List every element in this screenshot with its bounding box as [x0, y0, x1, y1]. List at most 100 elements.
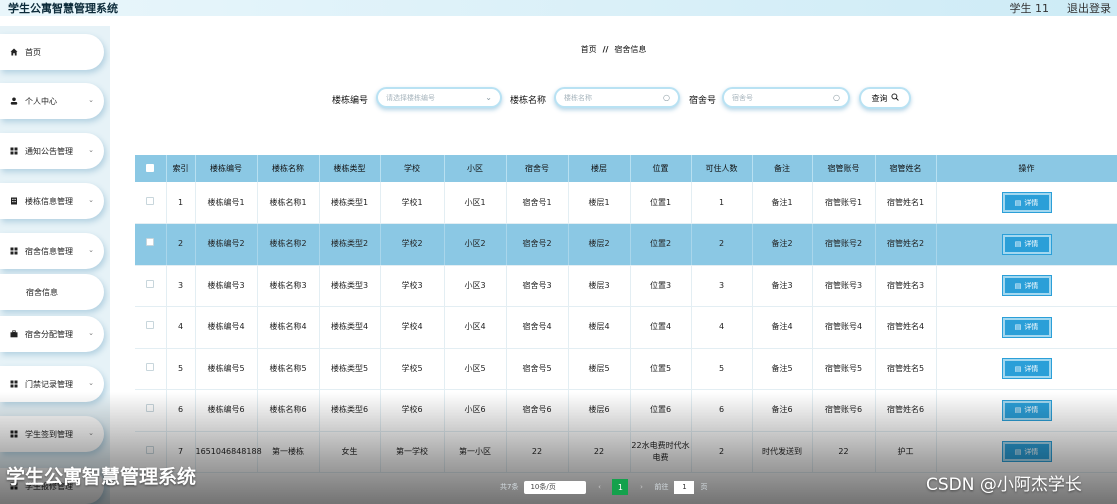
table-cell: 宿管账号2 [812, 223, 876, 266]
row-checkbox[interactable] [146, 404, 155, 413]
table-header: 索引 楼栋编号 楼栋名称 楼栋类型 学校 小区 宿舍号 楼层 位置 可住人数 备… [135, 155, 1117, 182]
table-cell: 楼层1 [568, 182, 631, 224]
detail-button[interactable]: ▤ 详情 [1002, 193, 1051, 212]
table-cell: 22 [568, 431, 631, 473]
table-cell: 宿管姓名1 [875, 182, 937, 224]
row-checkbox[interactable] [146, 196, 155, 205]
table-cell: 楼栋类型5 [319, 348, 381, 390]
row-checkbox[interactable] [146, 362, 155, 371]
row-checkbox[interactable] [146, 445, 155, 454]
select-all-cell [135, 155, 167, 182]
building-no-select[interactable]: 请选择楼栋编号 ⌄ [376, 87, 502, 108]
watermark-author: CSDN @小阿杰学长 [926, 475, 1082, 495]
action-cell: ▤ 详情 [936, 348, 1117, 390]
row-checkbox[interactable] [146, 279, 155, 288]
chevron-down-icon: ⌄ [88, 146, 94, 154]
table-row[interactable]: 3 楼栋编号3 楼栋名称3 楼栋类型3 学校3 小区3 宿舍号3 楼层3 位置3 3 备注3 宿管账号… [135, 265, 1117, 307]
chevron-down-icon: ⌄ [88, 196, 94, 204]
sidebar-item-home[interactable]: 首页 [0, 34, 104, 70]
column-header: 楼栋类型 [319, 155, 381, 182]
table-row[interactable]: 5 楼栋编号5 楼栋名称5 楼栋类型5 学校5 小区5 宿舍号5 楼层5 位置5 5 备注5 宿管账号… [135, 348, 1117, 390]
table-cell: 备注5 [752, 348, 813, 390]
table-cell: 位置3 [630, 265, 692, 307]
room-no-input[interactable]: 宿舍号 ○ [722, 87, 850, 108]
breadcrumb-home[interactable]: 首页 [581, 45, 597, 54]
page-size-select[interactable]: 10条/页 [524, 480, 587, 494]
table-cell: 备注6 [752, 389, 813, 432]
column-header: 操作 [936, 155, 1117, 182]
sidebar-subitem-dorm-info[interactable]: 宿舍信息 [0, 274, 104, 310]
page-unit: 页 [700, 483, 708, 491]
column-header: 楼栋编号 [195, 155, 258, 182]
sidebar-item-profile[interactable]: 个人中心 ⌄ [0, 83, 104, 119]
detail-button-label: 详情 [1024, 323, 1039, 332]
sidebar-item-allocation[interactable]: 宿舍分配管理 ⌄ [0, 316, 104, 352]
detail-button[interactable]: ▤ 详情 [1002, 442, 1051, 462]
document-icon: ▤ [1014, 447, 1022, 456]
search-icon: ○ [833, 93, 840, 102]
table-cell: 学校5 [380, 348, 445, 390]
chevron-down-icon: ⌄ [485, 93, 492, 102]
table-cell: 楼栋类型1 [319, 182, 381, 224]
row-checkbox[interactable] [146, 321, 155, 330]
table-row[interactable]: 6 楼栋编号6 楼栋名称6 楼栋类型6 学校6 小区6 宿舍号6 楼层6 位置6 6 备注6 宿管账号… [135, 389, 1117, 432]
current-page[interactable]: 1 [612, 479, 629, 495]
next-page-icon[interactable]: › [634, 481, 648, 494]
table-row[interactable]: 1 楼栋编号1 楼栋名称1 楼栋类型1 学校1 小区1 宿舍号1 楼层1 位置1 1 备注1 宿管账号… [135, 182, 1117, 224]
table-cell: 楼层5 [568, 348, 631, 390]
row-checkbox[interactable] [146, 238, 155, 247]
table-row[interactable]: 4 楼栋编号4 楼栋名称4 楼栋类型4 学校4 小区4 宿舍号4 楼层4 位置4 4 备注4 宿管账号… [135, 306, 1117, 349]
goto-page-input[interactable]: 1 [674, 480, 695, 494]
table-cell: 楼栋编号2 [195, 223, 258, 266]
table-cell: 楼栋名称3 [257, 265, 320, 307]
sidebar-item-access[interactable]: 门禁记录管理 ⌄ [0, 366, 104, 402]
app-title: 学生公寓智慧管理系统 [8, 2, 118, 15]
total-count: 共7条 [500, 483, 519, 491]
chevron-down-icon: ⌄ [88, 329, 94, 337]
table-cell: 楼栋名称6 [257, 389, 320, 432]
document-icon: ▤ [1014, 198, 1022, 207]
top-bar: 学生公寓智慧管理系统 学生 11 退出登录 [0, 0, 1117, 16]
search-icon: ○ [663, 93, 670, 102]
chevron-down-icon: ⌄ [88, 429, 94, 437]
table-cell: 6 [166, 389, 196, 432]
table-cell: 女生 [319, 431, 381, 473]
query-button[interactable]: 查询 [859, 87, 911, 109]
sidebar-item-signin[interactable]: 学生签到管理 ⌄ [0, 416, 104, 452]
detail-button[interactable]: ▤ 详情 [1002, 359, 1051, 379]
prev-page-icon[interactable]: ‹ [592, 481, 606, 494]
table-cell: 学校1 [380, 182, 445, 224]
building-no-label: 楼栋编号 [332, 96, 369, 106]
sidebar-item-dorm[interactable]: 宿舍信息管理 ⌄ [0, 233, 104, 269]
select-all-checkbox[interactable] [146, 163, 155, 172]
detail-button[interactable]: ▤ 详情 [1002, 276, 1051, 296]
table-cell: 宿舍号4 [506, 306, 569, 349]
table-cell: 第一小区 [444, 431, 507, 473]
detail-button[interactable]: ▤ 详情 [1002, 234, 1051, 254]
table-row[interactable]: 2 楼栋编号2 楼栋名称2 楼栋类型2 学校2 小区2 宿舍号2 楼层2 位置2 2 备注2 宿管账号… [135, 223, 1117, 266]
building-name-input[interactable]: 楼栋名称 ○ [554, 87, 680, 108]
table-cell: 宿舍号5 [506, 348, 569, 390]
document-icon: ▤ [1014, 406, 1022, 415]
goto-label: 前往 [654, 483, 669, 491]
table-cell: 3 [166, 265, 196, 307]
sidebar-item-building[interactable]: 楼栋信息管理 ⌄ [0, 183, 104, 219]
grid-icon [10, 147, 22, 155]
table-cell: 小区5 [444, 348, 507, 390]
table-cell: 1651046848188 [195, 431, 262, 473]
document-icon: ▤ [1014, 281, 1022, 290]
sidebar-item-notice[interactable]: 通知公告管理 ⌄ [0, 133, 104, 169]
detail-button[interactable]: ▤ 详情 [1002, 400, 1051, 420]
detail-button-label: 详情 [1024, 281, 1039, 290]
action-cell: ▤ 详情 [936, 223, 1117, 266]
detail-button-label: 详情 [1024, 240, 1039, 249]
table-cell: 学校4 [380, 306, 445, 349]
logout-link[interactable]: 退出登录 [1067, 0, 1111, 16]
table-row[interactable]: 7 1651046848188 第一楼栋 女生 第一学校 第一小区 22 22 22水电费时代水… [135, 431, 1117, 473]
row-select-cell [135, 182, 167, 224]
detail-button[interactable]: ▤ 详情 [1002, 317, 1051, 337]
table-cell: 楼栋编号4 [195, 306, 258, 349]
table-cell: 楼栋名称2 [257, 223, 320, 266]
table-cell: 宿管账号3 [812, 265, 876, 307]
search-icon [890, 93, 899, 103]
